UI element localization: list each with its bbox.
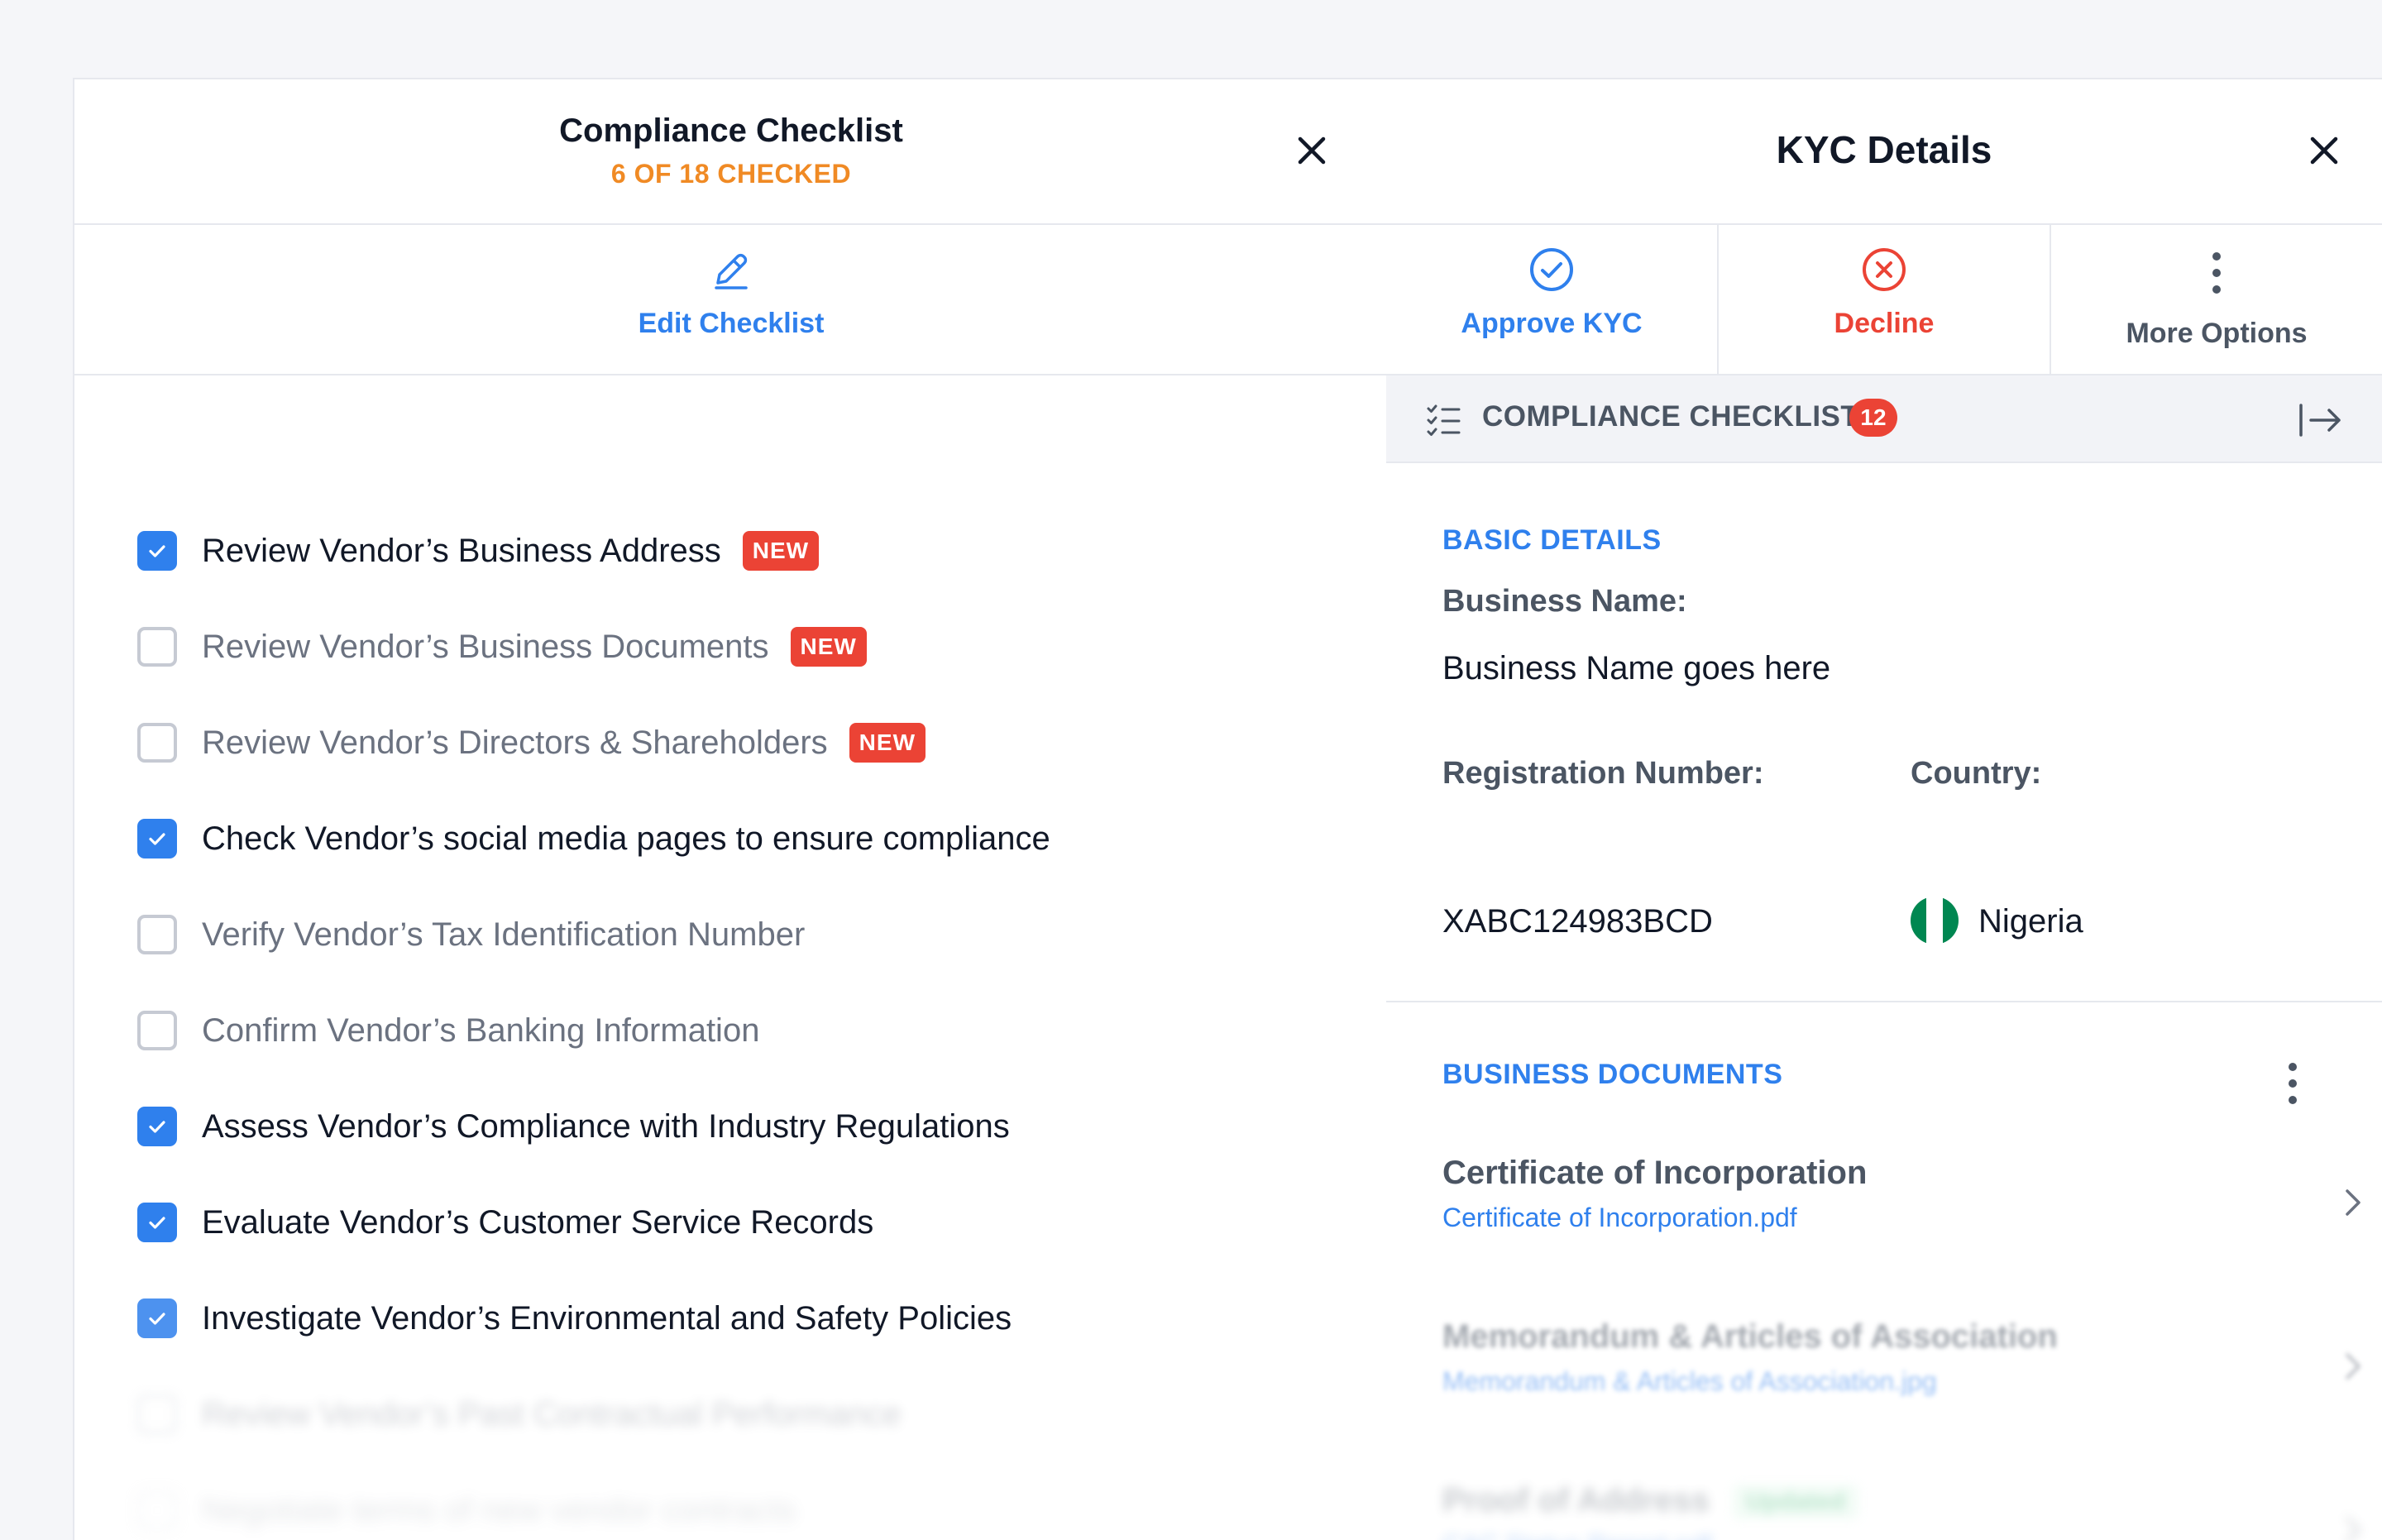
checklist-toolbar: Edit Checklist [74,223,1388,375]
kyc-header: KYC Details [1386,79,2382,225]
checklist-item-label: Review Vendor’s Business Documents [202,628,769,665]
document-file-link[interactable]: Certificate of Incorporation.pdf [1442,1203,1797,1233]
new-badge: NEW [849,723,926,763]
checklist-title: Compliance Checklist [559,112,903,149]
edit-checklist-label: Edit Checklist [638,308,825,339]
chevron-right-icon [2336,1346,2369,1386]
close-kyc-button[interactable] [2304,131,2344,170]
country-value: Nigeria [1978,903,2083,940]
check-icon [149,833,165,845]
checkbox-checked[interactable] [137,531,177,571]
checked-count: 6 OF 18 CHECKED [610,159,852,189]
checklist-item[interactable]: Review Vendor’s Business Address NEW [137,518,820,584]
checklist-item[interactable]: Investigate Vendor’s Environmental and S… [137,1285,1012,1351]
checklist-item[interactable]: Check Vendor’s social media pages to ens… [137,806,1050,872]
checklist-item-label: Review Vendor’s Directors & Shareholders [202,724,828,761]
checkbox-unchecked[interactable] [137,1490,177,1530]
checkbox-unchecked[interactable] [137,1394,177,1434]
check-icon [149,1217,165,1229]
more-options-label: More Options [2126,318,2308,349]
registration-number-value: XABC124983BCD [1442,903,1713,940]
checklist-item[interactable]: Review Vendor’s Directors & Shareholders… [137,710,926,776]
close-icon [1298,136,1326,165]
kyc-title: KYC Details [1776,128,1992,171]
compliance-checklist-label: COMPLIANCE CHECKLIST [1482,400,1859,433]
more-options-button[interactable]: More Options [2051,223,2382,374]
updated-badge: Updated [1733,1485,1858,1520]
compliance-count-badge: 12 [1849,399,1897,437]
new-badge: NEW [790,627,867,667]
section-divider [1386,1001,2382,1002]
checklist-item[interactable]: Verify Vendor’s Tax Identification Numbe… [137,902,805,968]
business-name-label: Business Name: [1442,584,1687,619]
checkbox-unchecked[interactable] [137,723,177,763]
country-label: Country: [1911,756,2042,791]
checkbox-checked[interactable] [137,1203,177,1242]
check-icon [149,1121,165,1133]
checklist-item[interactable]: Review Vendor’s Past Contractual Perform… [137,1381,902,1447]
kyc-details-panel: KYC Details Approve KYC Decline More Opt… [1386,78,2382,1540]
document-row[interactable]: Memorandum & Articles of Association Mem… [1442,1318,2382,1418]
checklist-item-label: Investigate Vendor’s Environmental and S… [202,1299,1012,1337]
checklist-item-label: Review Vendor’s Past Contractual Perform… [202,1395,902,1432]
checklist-icon [1424,400,1464,440]
checklist-header: Compliance Checklist 6 OF 18 CHECKED [74,79,1388,225]
document-title: Memorandum & Articles of Association [1442,1318,2058,1355]
checkbox-checked[interactable] [137,1298,177,1338]
close-checklist-button[interactable] [1292,131,1332,170]
document-row[interactable]: Proof of Address Updated CAC Status Repor… [1442,1482,2382,1540]
kebab-icon [2207,248,2227,298]
check-icon [149,1313,165,1325]
business-name-value: Business Name goes here [1442,650,1831,686]
x-circle-icon [1861,246,1907,293]
checklist-item[interactable]: Review Vendor’s Business Documents NEW [137,614,867,680]
checklist-item-label: Review Vendor’s Business Address [202,532,721,569]
checkbox-unchecked[interactable] [137,627,177,667]
checkbox-unchecked[interactable] [137,915,177,954]
check-circle-icon [1528,246,1575,293]
chevron-right-icon [2336,1510,2369,1540]
decline-label: Decline [1834,308,1935,339]
checklist-item-label: Evaluate Vendor’s Customer Service Recor… [202,1203,874,1241]
compliance-checklist-bar[interactable]: COMPLIANCE CHECKLIST 12 [1386,374,2382,463]
approve-kyc-button[interactable]: Approve KYC [1386,223,1717,374]
checklist-item-label: Assess Vendor’s Compliance with Industry… [202,1107,1010,1145]
checklist-item-label: Negotiate terms of new vendor contracts [202,1491,796,1528]
checklist-item-label: Confirm Vendor’s Banking Information [202,1012,760,1049]
decline-button[interactable]: Decline [1719,223,2050,374]
documents-menu-button[interactable] [2283,1059,2303,1108]
compliance-checklist-panel: Compliance Checklist 6 OF 18 CHECKED Edi… [73,78,1390,1540]
registration-number-label: Registration Number: [1442,756,1764,791]
checkbox-checked[interactable] [137,819,177,858]
document-row[interactable]: Certificate of Incorporation Certificate… [1442,1155,2382,1254]
pencil-icon [708,246,754,293]
expand-arrow-icon[interactable] [2296,397,2346,443]
document-file-link[interactable]: Memorandum & Articles of Association.jpg [1442,1366,1937,1397]
checklist-item-label: Verify Vendor’s Tax Identification Numbe… [202,916,806,953]
checklist-item-label: Check Vendor’s social media pages to ens… [202,820,1050,857]
document-title: Certificate of Incorporation [1442,1155,1868,1191]
edit-checklist-button[interactable]: Edit Checklist [74,223,1388,374]
approve-kyc-label: Approve KYC [1461,308,1643,339]
business-documents-heading: BUSINESS DOCUMENTS [1442,1059,1783,1090]
document-title-wrap: Proof of Address Updated [1442,1482,1858,1520]
close-icon [2310,136,2338,165]
document-title: Proof of Address [1442,1482,1710,1518]
checklist-item[interactable]: Evaluate Vendor’s Customer Service Recor… [137,1189,873,1255]
checklist-item[interactable]: Confirm Vendor’s Banking Information [137,997,759,1064]
checklist-item[interactable]: Assess Vendor’s Compliance with Industry… [137,1093,1010,1160]
check-icon [149,545,165,557]
checkbox-checked[interactable] [137,1107,177,1146]
checklist-item[interactable]: Negotiate terms of new vendor contracts [137,1477,796,1540]
basic-details-heading: BASIC DETAILS [1442,524,1662,556]
chevron-right-icon [2336,1183,2369,1222]
document-file-link[interactable]: CAC Status Report.pdf [1442,1530,1711,1540]
new-badge: NEW [742,531,820,571]
checkbox-unchecked[interactable] [137,1011,177,1050]
nigeria-flag-icon [1911,897,1959,945]
